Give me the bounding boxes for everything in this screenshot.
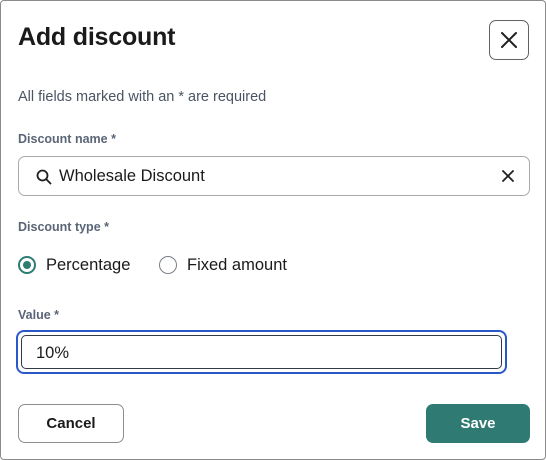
discount-name-label: Discount name * bbox=[18, 132, 116, 146]
clear-input-icon[interactable] bbox=[499, 167, 517, 185]
dialog-title: Add discount bbox=[18, 23, 176, 51]
value-input[interactable] bbox=[36, 336, 476, 370]
close-icon bbox=[501, 32, 517, 48]
radio-percentage[interactable]: Percentage bbox=[18, 253, 130, 277]
radio-fixed-amount-label: Fixed amount bbox=[187, 255, 287, 274]
radio-fixed-amount[interactable]: Fixed amount bbox=[159, 253, 287, 277]
radio-selected-icon[interactable] bbox=[18, 256, 36, 274]
search-icon bbox=[36, 169, 52, 185]
radio-percentage-label: Percentage bbox=[46, 255, 131, 274]
radio-unselected-icon[interactable] bbox=[159, 256, 177, 274]
save-button[interactable]: Save bbox=[426, 404, 530, 443]
value-field[interactable] bbox=[16, 330, 507, 374]
value-label: Value * bbox=[18, 308, 59, 322]
discount-type-label: Discount type * bbox=[18, 220, 109, 234]
cancel-button[interactable]: Cancel bbox=[18, 404, 124, 443]
discount-name-field[interactable] bbox=[18, 156, 530, 196]
value-field-inner bbox=[21, 335, 502, 370]
required-fields-note: All fields marked with an * are required bbox=[18, 89, 267, 105]
add-discount-dialog: Add discount All fields marked with an *… bbox=[0, 0, 546, 460]
close-dialog-button[interactable] bbox=[489, 20, 529, 60]
discount-name-input[interactable] bbox=[59, 158, 489, 194]
